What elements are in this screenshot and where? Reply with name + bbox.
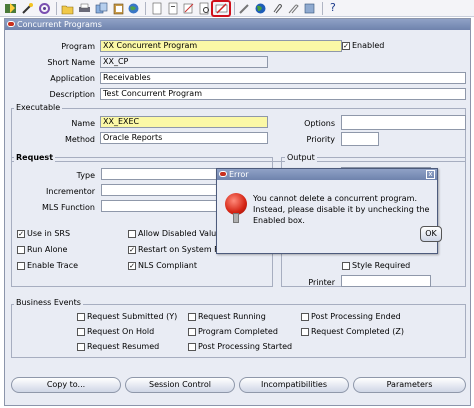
post-processing-started-label: Post Processing Started bbox=[198, 342, 293, 351]
enable-trace-label: Enable Trace bbox=[27, 261, 79, 270]
print-icon[interactable] bbox=[78, 2, 91, 15]
edit-icon[interactable] bbox=[238, 2, 251, 15]
ok-button[interactable]: OK bbox=[420, 226, 442, 242]
printer-label: Printer bbox=[308, 278, 335, 287]
request-running-checkbox[interactable] bbox=[188, 313, 196, 321]
wand-icon[interactable] bbox=[21, 2, 34, 15]
executable-title: Executable bbox=[14, 103, 63, 113]
description-field[interactable]: Test Concurrent Program bbox=[100, 88, 466, 100]
enable-trace-checkbox[interactable] bbox=[17, 262, 25, 270]
allow-disabled-values-label: Allow Disabled Values bbox=[138, 229, 226, 238]
clip-icon[interactable] bbox=[286, 2, 299, 15]
error-dialog: Error x You cannot delete a concurrent p… bbox=[216, 168, 442, 254]
parameters-button[interactable]: Parameters bbox=[353, 377, 466, 393]
use-in-srs-checkbox[interactable]: ✓ bbox=[17, 230, 25, 238]
error-dialog-title: Error bbox=[229, 170, 249, 179]
application-label: Application bbox=[50, 74, 95, 83]
allow-disabled-values-checkbox[interactable] bbox=[128, 230, 136, 238]
style-required-checkbox[interactable] bbox=[342, 262, 350, 270]
options-field[interactable] bbox=[341, 115, 466, 130]
program-completed-checkbox[interactable] bbox=[188, 328, 196, 336]
folder-icon[interactable] bbox=[61, 2, 74, 15]
copy-icon[interactable] bbox=[95, 2, 108, 15]
post-processing-ended-checkbox[interactable] bbox=[301, 313, 309, 321]
window-close-icon[interactable] bbox=[7, 21, 15, 27]
request-on-hold-checkbox[interactable] bbox=[77, 328, 85, 336]
error-message: You cannot delete a concurrent program. … bbox=[253, 194, 430, 225]
restart-on-system-failure-checkbox[interactable]: ✓ bbox=[128, 246, 136, 254]
method-label: Method bbox=[64, 135, 95, 144]
options-label: Options bbox=[304, 119, 335, 128]
request-submitted-label: Request Submitted (Y) bbox=[87, 312, 178, 321]
description-label: Description bbox=[49, 90, 95, 99]
help-icon[interactable]: ? bbox=[330, 1, 336, 14]
type-label: Type bbox=[76, 171, 95, 180]
find-icon[interactable] bbox=[198, 2, 211, 15]
request-resumed-label: Request Resumed bbox=[87, 342, 160, 351]
request-completed-label: Request Completed (Z) bbox=[311, 327, 404, 336]
error-stop-icon bbox=[225, 193, 247, 215]
request-submitted-checkbox[interactable] bbox=[77, 313, 85, 321]
method-field[interactable]: Oracle Reports bbox=[100, 132, 268, 144]
post-processing-started-checkbox[interactable] bbox=[188, 343, 196, 351]
short-name-label: Short Name bbox=[47, 58, 95, 67]
exec-name-label: Name bbox=[71, 119, 95, 128]
tools-icon[interactable] bbox=[303, 2, 316, 15]
window-titlebar: Concurrent Programs bbox=[5, 19, 470, 30]
request-running-label: Request Running bbox=[198, 312, 266, 321]
output-title: Output bbox=[285, 153, 317, 163]
dialog-close-button[interactable]: x bbox=[426, 170, 435, 179]
exec-name-field[interactable]: XX_EXEC bbox=[100, 116, 268, 128]
paste-icon[interactable] bbox=[112, 2, 125, 15]
priority-label: Priority bbox=[306, 135, 335, 144]
copy-to-button[interactable]: Copy to... bbox=[11, 377, 121, 393]
error-stop-stem bbox=[233, 213, 239, 223]
enabled-label: Enabled bbox=[352, 41, 385, 50]
oracle-logo-icon bbox=[219, 171, 227, 177]
program-label: Program bbox=[61, 42, 95, 51]
restart-on-system-failure-label: Restart on System Fa bbox=[138, 245, 223, 254]
program-completed-label: Program Completed bbox=[198, 327, 278, 336]
window-title: Concurrent Programs bbox=[17, 20, 102, 29]
request-title: Request bbox=[14, 153, 56, 163]
nls-compliant-label: NLS Compliant bbox=[138, 261, 197, 270]
save-icon[interactable] bbox=[4, 2, 17, 15]
new-alt-icon[interactable] bbox=[166, 2, 179, 15]
world-icon[interactable] bbox=[254, 2, 267, 15]
mls-function-label: MLS Function bbox=[41, 203, 95, 212]
new-icon[interactable] bbox=[150, 2, 163, 15]
post-processing-ended-label: Post Processing Ended bbox=[311, 312, 401, 321]
priority-field[interactable] bbox=[341, 132, 379, 146]
style-required-label: Style Required bbox=[352, 261, 411, 270]
enabled-checkbox[interactable]: ✓ bbox=[342, 42, 350, 50]
clear-icon[interactable] bbox=[182, 2, 195, 15]
run-alone-checkbox[interactable] bbox=[17, 246, 25, 254]
error-dialog-titlebar: Error x bbox=[217, 169, 437, 180]
incompatibilities-button[interactable]: Incompatibilities bbox=[239, 377, 349, 393]
application-field[interactable]: Receivables bbox=[100, 72, 466, 84]
refresh-icon[interactable] bbox=[38, 2, 51, 15]
use-in-srs-label: Use in SRS bbox=[27, 229, 71, 238]
delete-highlight bbox=[211, 0, 231, 17]
request-completed-checkbox[interactable] bbox=[301, 328, 309, 336]
program-field[interactable]: XX Concurrent Program bbox=[100, 40, 342, 52]
world-small-icon[interactable] bbox=[127, 2, 140, 15]
nls-compliant-checkbox[interactable]: ✓ bbox=[128, 262, 136, 270]
request-resumed-checkbox[interactable] bbox=[77, 343, 85, 351]
incrementor-label: Incrementor bbox=[46, 187, 95, 196]
session-control-button[interactable]: Session Control bbox=[125, 377, 235, 393]
toolbar: ? bbox=[0, 0, 474, 17]
short-name-field[interactable]: XX_CP bbox=[100, 56, 268, 68]
business-events-title: Business Events bbox=[14, 298, 83, 308]
request-on-hold-label: Request On Hold bbox=[87, 327, 155, 336]
run-alone-label: Run Alone bbox=[27, 245, 68, 254]
attach-icon[interactable] bbox=[270, 2, 283, 15]
printer-field[interactable] bbox=[341, 275, 431, 287]
